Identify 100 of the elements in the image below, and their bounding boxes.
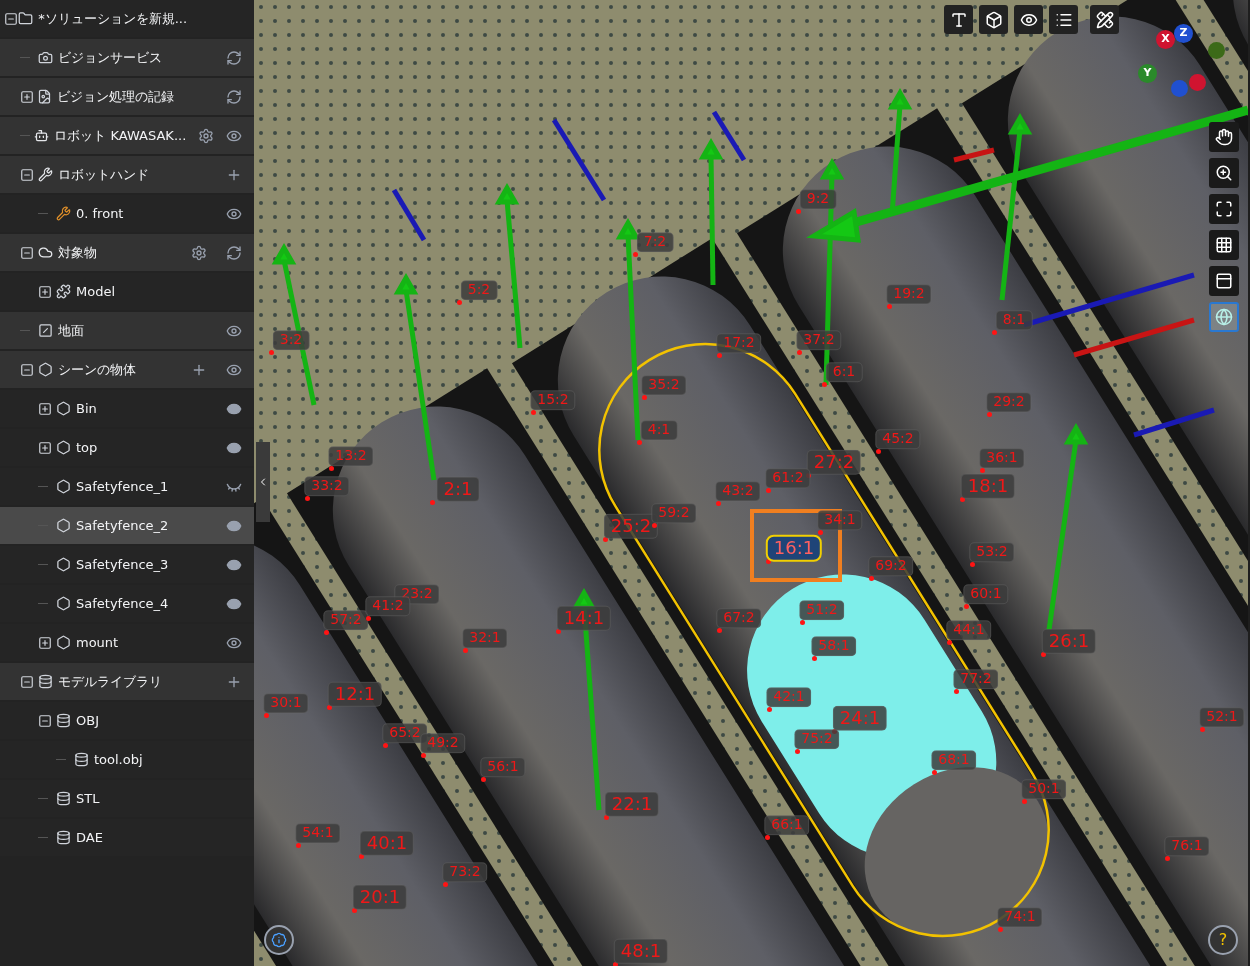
point-label[interactable]: 69:2 bbox=[868, 556, 914, 576]
point-label[interactable]: 5:2 bbox=[460, 280, 498, 300]
point-label[interactable]: 73:2 bbox=[442, 862, 488, 882]
point-label[interactable]: 59:2 bbox=[651, 503, 697, 523]
point-label[interactable]: 20:1 bbox=[352, 884, 408, 910]
point-label[interactable]: 68:1 bbox=[931, 750, 977, 770]
expand-icon[interactable] bbox=[38, 401, 52, 416]
cube-icon bbox=[984, 10, 1003, 29]
collapse-panel-handle[interactable] bbox=[256, 442, 270, 522]
point-label[interactable]: 61:2 bbox=[765, 468, 811, 488]
point-label[interactable]: 34:1 bbox=[817, 510, 863, 530]
point-label[interactable]: 48:1 bbox=[613, 938, 669, 964]
expand-icon[interactable] bbox=[20, 89, 34, 104]
point-label[interactable]: 19:2 bbox=[886, 284, 932, 304]
point-label[interactable]: 4:1 bbox=[640, 420, 678, 440]
tree-row[interactable]: ビジョン処理の記録 bbox=[0, 78, 254, 115]
collapse-icon[interactable] bbox=[4, 11, 18, 26]
point-label[interactable]: 6:1 bbox=[825, 362, 863, 382]
point-label[interactable]: 8:1 bbox=[995, 310, 1033, 330]
point-label[interactable]: 76:1 bbox=[1164, 836, 1210, 856]
point-label[interactable]: 51:2 bbox=[799, 600, 845, 620]
point-label[interactable]: 57:2 bbox=[323, 610, 369, 630]
point-label[interactable]: 26:1 bbox=[1041, 628, 1097, 654]
collapse-icon[interactable] bbox=[20, 167, 34, 182]
point-label[interactable]: 16:1 bbox=[765, 534, 823, 562]
expand-icon[interactable] bbox=[38, 635, 52, 650]
point-label[interactable]: 25:2 bbox=[603, 513, 659, 539]
point-label[interactable]: 49:2 bbox=[420, 733, 466, 753]
point-label[interactable]: 17:2 bbox=[716, 333, 762, 353]
point-label[interactable]: 67:2 bbox=[716, 608, 762, 628]
point-label[interactable]: 77:2 bbox=[953, 669, 999, 689]
expand-icon[interactable] bbox=[38, 284, 52, 299]
settings-icon[interactable] bbox=[198, 127, 215, 144]
point-label[interactable]: 35:2 bbox=[641, 375, 687, 395]
point-label[interactable]: 29:2 bbox=[986, 392, 1032, 412]
point-label[interactable]: 2:1 bbox=[436, 476, 480, 502]
point-label[interactable]: 66:1 bbox=[764, 815, 810, 835]
expand-icon[interactable] bbox=[38, 440, 52, 455]
point-label[interactable]: 43:2 bbox=[715, 481, 761, 501]
refresh-icon[interactable] bbox=[226, 88, 242, 105]
point-label[interactable]: 32:1 bbox=[462, 628, 508, 648]
toolbar-button[interactable] bbox=[944, 5, 973, 34]
tree-row[interactable]: ロボット KAWASAK... bbox=[0, 117, 254, 154]
view-tool-button[interactable] bbox=[1209, 230, 1239, 260]
toolbar-button[interactable] bbox=[1090, 5, 1119, 34]
collapse-icon[interactable] bbox=[38, 713, 52, 728]
point-label[interactable]: 58:1 bbox=[811, 636, 857, 656]
view-tool-button[interactable] bbox=[1209, 122, 1239, 152]
point-label[interactable]: 14:1 bbox=[556, 605, 612, 631]
point-label[interactable]: 22:1 bbox=[604, 791, 660, 817]
tree-row[interactable]: ロボットハンド bbox=[0, 156, 254, 193]
point-label[interactable]: 24:1 bbox=[832, 705, 888, 731]
point-label[interactable]: 7:2 bbox=[636, 232, 674, 252]
point-label[interactable]: 27:2 bbox=[806, 449, 862, 475]
view-tool-button[interactable] bbox=[1209, 158, 1239, 188]
point-label[interactable]: 60:1 bbox=[963, 584, 1009, 604]
refresh-icon[interactable] bbox=[226, 244, 242, 261]
point-label[interactable]: 65:2 bbox=[382, 723, 428, 743]
point-label[interactable]: 56:1 bbox=[480, 757, 526, 777]
point-label[interactable]: 40:1 bbox=[359, 830, 415, 856]
point-label[interactable]: 50:1 bbox=[1021, 779, 1067, 799]
wrench-icon bbox=[56, 206, 71, 221]
toolbar-button[interactable] bbox=[979, 5, 1008, 34]
tree-row[interactable]: 対象物 bbox=[0, 234, 254, 271]
point-label[interactable]: 54:1 bbox=[295, 823, 341, 843]
point-label[interactable]: 75:2 bbox=[794, 729, 840, 749]
point-label[interactable]: 15:2 bbox=[530, 390, 576, 410]
point-label[interactable]: 9:2 bbox=[799, 189, 837, 209]
refresh-icon[interactable] bbox=[226, 49, 242, 66]
point-label[interactable]: 3:2 bbox=[272, 330, 310, 350]
point-label[interactable]: 52:1 bbox=[1199, 707, 1245, 727]
collapse-icon[interactable] bbox=[20, 674, 34, 689]
tree-row[interactable]: シーンの物体 bbox=[0, 351, 254, 388]
point-label[interactable]: 36:1 bbox=[979, 448, 1025, 468]
tree-row[interactable]: Safetyfence_2 bbox=[0, 507, 254, 544]
point-label[interactable]: 41:2 bbox=[365, 596, 411, 616]
hexagon-icon bbox=[56, 557, 71, 572]
globe-icon bbox=[1215, 308, 1233, 326]
point-label[interactable]: 37:2 bbox=[796, 330, 842, 350]
tree-row[interactable]: 地面 bbox=[0, 312, 254, 349]
point-label[interactable]: 30:1 bbox=[263, 693, 309, 713]
view-tool-button[interactable] bbox=[1209, 266, 1239, 296]
toolbar-button[interactable] bbox=[1014, 5, 1043, 34]
toolbar-button[interactable] bbox=[1049, 5, 1078, 34]
point-label[interactable]: 42:1 bbox=[766, 687, 812, 707]
view-tool-button[interactable] bbox=[1209, 194, 1239, 224]
collapse-icon[interactable] bbox=[20, 245, 34, 260]
point-label[interactable]: 13:2 bbox=[328, 446, 374, 466]
point-label[interactable]: 45:2 bbox=[875, 429, 921, 449]
point-label[interactable]: 74:1 bbox=[997, 907, 1043, 927]
point-label[interactable]: 44:1 bbox=[946, 620, 992, 640]
point-label[interactable]: 53:2 bbox=[969, 542, 1015, 562]
point-label[interactable]: 12:1 bbox=[327, 681, 383, 707]
settings-icon[interactable] bbox=[191, 244, 207, 261]
point-label[interactable]: 33:2 bbox=[304, 476, 350, 496]
tree-row[interactable]: モデルライブラリ bbox=[0, 663, 254, 700]
collapse-icon[interactable] bbox=[20, 362, 34, 377]
tree-row[interactable]: ビジョンサービス bbox=[0, 39, 254, 76]
axis-gizmo[interactable]: X Z Y bbox=[1134, 22, 1234, 102]
point-label[interactable]: 18:1 bbox=[960, 473, 1016, 499]
